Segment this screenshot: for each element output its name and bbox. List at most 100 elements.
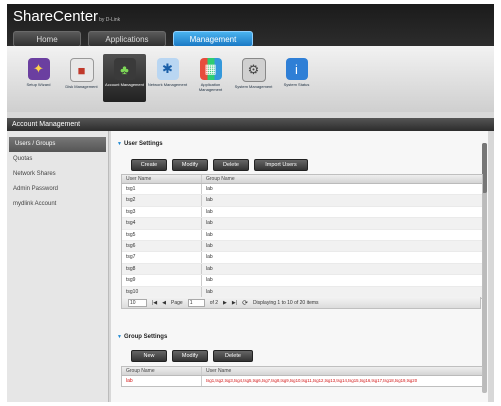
previous-page-icon[interactable]: ◀ bbox=[162, 300, 166, 306]
modify-group-button[interactable]: Modify bbox=[172, 350, 208, 362]
table-row[interactable]: tsg8 lab bbox=[122, 263, 482, 276]
group-settings-title[interactable]: Group Settings bbox=[117, 334, 167, 340]
table-row[interactable]: tsg4 lab bbox=[122, 218, 482, 230]
page-size-select[interactable]: 10 bbox=[128, 298, 147, 307]
cell-group: lab bbox=[122, 376, 202, 386]
brand-logo: ShareCenterby D-Link bbox=[13, 8, 120, 25]
table-row[interactable]: tsg6 lab bbox=[122, 240, 482, 253]
cell-group: lab bbox=[206, 242, 213, 249]
cell-user: tsg6 bbox=[122, 240, 202, 252]
pager-status: Displaying 1 to 10 of 20 items bbox=[252, 299, 319, 306]
account-management-button[interactable]: ♣ Account Management bbox=[103, 54, 146, 102]
icon-label: Network Management bbox=[147, 82, 188, 87]
cell-group: lab bbox=[206, 265, 213, 272]
table-row[interactable]: tsg2 lab bbox=[122, 195, 482, 207]
application-management-button[interactable]: ▦ Application Management bbox=[189, 54, 232, 102]
cell-users: tsg1,tsg2,tsg3,tsg4,tsg5,tsg6,tsg7,tsg8,… bbox=[206, 378, 418, 383]
top-header: ShareCenterby D-Link Home Applications M… bbox=[7, 4, 494, 47]
user-table-header: User Name Group Name bbox=[122, 175, 482, 184]
sidebar-item-quotas[interactable]: Quotas bbox=[7, 152, 108, 167]
cell-group: lab bbox=[206, 186, 213, 192]
cell-user: tsg3 bbox=[122, 206, 202, 218]
cell-group: lab bbox=[206, 208, 213, 215]
page-count-label: of 2 bbox=[209, 299, 219, 306]
table-row[interactable]: tsg7 lab bbox=[122, 252, 482, 264]
table-row[interactable]: lab tsg1,tsg2,tsg3,tsg4,tsg5,tsg6,tsg7,t… bbox=[122, 376, 482, 386]
tab-home[interactable]: Home bbox=[13, 31, 81, 47]
cell-user: tsg2 bbox=[122, 195, 202, 206]
management-icon-bar: ✦ Setup Wizard ■ Disk Management ♣ Accou… bbox=[7, 46, 494, 112]
table-row[interactable]: tsg9 lab bbox=[122, 275, 482, 287]
disk-management-button[interactable]: ■ Disk Management bbox=[60, 54, 103, 102]
main-panel: User Settings Create Modify Delete Impor… bbox=[111, 131, 488, 402]
sidebar-item-network-shares[interactable]: Network Shares bbox=[7, 167, 108, 182]
icon-label: Setup Wizard bbox=[26, 82, 51, 87]
cell-group: lab bbox=[206, 254, 213, 261]
icon-label: Account Management bbox=[105, 82, 144, 87]
group-toolbar: New Modify Delete bbox=[131, 350, 253, 362]
table-row[interactable]: tsg3 lab bbox=[122, 206, 482, 219]
status-icon: i bbox=[285, 58, 308, 80]
modify-user-button[interactable]: Modify bbox=[172, 159, 208, 171]
page-label: Page bbox=[171, 299, 183, 306]
network-icon: ✱ bbox=[156, 58, 179, 80]
account-icon: ♣ bbox=[113, 58, 136, 80]
user-settings-title[interactable]: User Settings bbox=[117, 141, 163, 147]
sidebar-item-admin-password[interactable]: Admin Password bbox=[7, 182, 108, 197]
last-page-icon[interactable]: ▶| bbox=[232, 300, 237, 306]
delete-group-button[interactable]: Delete bbox=[213, 350, 253, 362]
cell-group: lab bbox=[206, 231, 213, 238]
first-page-icon[interactable]: |◀ bbox=[152, 300, 157, 306]
cell-user: tsg8 bbox=[122, 263, 202, 275]
cell-user: tsg4 bbox=[122, 218, 202, 229]
system-status-button[interactable]: i System Status bbox=[275, 54, 318, 102]
sidebar: Users / Groups Quotas Network Shares Adm… bbox=[7, 131, 109, 402]
column-header-group-name[interactable]: Group Name bbox=[122, 367, 202, 375]
section-title-bar: Account Management bbox=[7, 118, 494, 131]
cell-user: tsg10 bbox=[122, 286, 202, 297]
cell-group: lab bbox=[206, 197, 213, 204]
column-header-user-name[interactable]: User Name bbox=[122, 175, 202, 183]
system-icon: ⚙ bbox=[241, 58, 266, 82]
new-group-button[interactable]: New bbox=[131, 350, 167, 362]
cell-user: tsg7 bbox=[122, 252, 202, 263]
brand-suffix: by D-Link bbox=[99, 17, 121, 23]
next-page-icon[interactable]: ▶ bbox=[223, 300, 227, 306]
app-window: ShareCenterby D-Link Home Applications M… bbox=[7, 4, 494, 402]
group-table: Group Name User Name lab tsg1,tsg2,tsg3,… bbox=[121, 366, 483, 387]
user-table: User Name Group Name tsg1 lab tsg2 lab tsg… bbox=[121, 174, 483, 299]
delete-user-button[interactable]: Delete bbox=[213, 159, 249, 171]
setup-wizard-button[interactable]: ✦ Setup Wizard bbox=[17, 54, 60, 102]
cell-group: lab bbox=[206, 288, 213, 295]
cell-user: tsg1 bbox=[122, 184, 202, 195]
network-management-button[interactable]: ✱ Network Management bbox=[146, 54, 189, 102]
column-header-group-name[interactable]: Group Name bbox=[202, 175, 482, 183]
cell-group: lab bbox=[206, 220, 213, 227]
icon-label: Application Management bbox=[198, 82, 223, 92]
tab-management[interactable]: Management bbox=[173, 31, 253, 47]
icon-label: Disk Management bbox=[65, 84, 98, 89]
refresh-icon[interactable]: ⟳ bbox=[242, 299, 248, 307]
system-management-button[interactable]: ⚙ System Management bbox=[232, 54, 275, 102]
sidebar-item-users-groups[interactable]: Users / Groups bbox=[9, 137, 106, 152]
cell-group: lab bbox=[206, 277, 213, 284]
import-users-button[interactable]: Import Users bbox=[254, 159, 308, 171]
user-table-pager: 10 |◀ ◀ Page 1 of 2 ▶ ▶| ⟳ Displaying 1 … bbox=[121, 297, 481, 309]
wizard-icon: ✦ bbox=[27, 58, 50, 80]
cell-user: tsg9 bbox=[122, 275, 202, 286]
group-table-header: Group Name User Name bbox=[122, 367, 482, 376]
icon-label: System Status bbox=[283, 82, 310, 87]
sidebar-item-mydlink-account[interactable]: mydlink Account bbox=[7, 197, 108, 212]
cell-user: tsg5 bbox=[122, 229, 202, 240]
tab-applications[interactable]: Applications bbox=[88, 31, 166, 47]
table-row[interactable]: tsg5 lab bbox=[122, 229, 482, 241]
disk-icon: ■ bbox=[69, 58, 94, 82]
create-user-button[interactable]: Create bbox=[131, 159, 167, 171]
column-header-user-name[interactable]: User Name bbox=[202, 367, 482, 375]
main-tabs: Home Applications Management bbox=[13, 31, 253, 47]
user-toolbar: Create Modify Delete Import Users bbox=[131, 159, 308, 171]
icon-label: System Management bbox=[234, 84, 273, 89]
table-row[interactable]: tsg1 lab bbox=[122, 184, 482, 196]
application-icon: ▦ bbox=[199, 58, 222, 80]
page-number-input[interactable]: 1 bbox=[187, 298, 205, 307]
